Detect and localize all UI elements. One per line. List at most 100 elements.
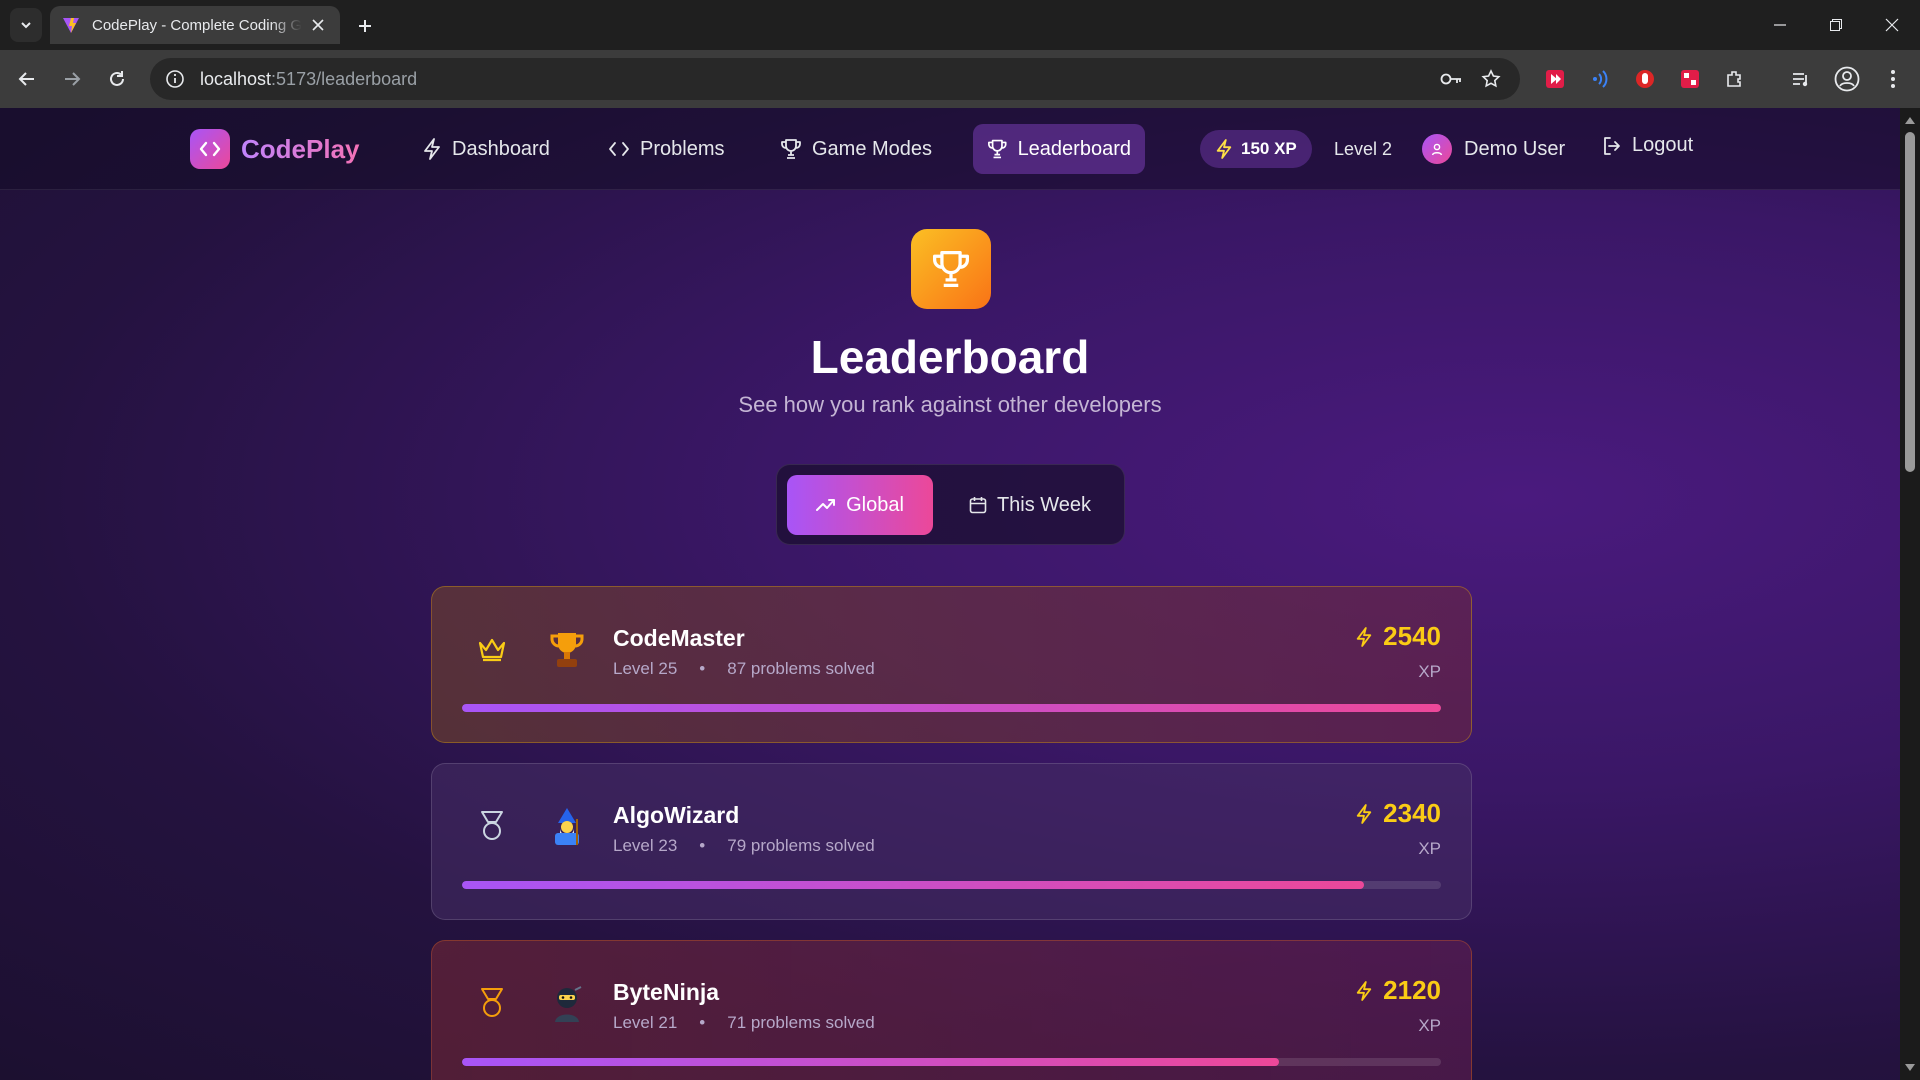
player-xp: 2120: [1355, 975, 1441, 1006]
logo-code-icon: [190, 129, 230, 169]
arrow-right-icon: [65, 72, 81, 86]
bolt-icon: [1356, 626, 1372, 647]
leaderboard-row-1[interactable]: CodeMaster Level 25 • 87 problems solved 2…: [431, 586, 1472, 743]
trophy-avatar-icon: [546, 629, 588, 671]
bolt-icon: [1356, 803, 1372, 824]
leaderboard-row-2[interactable]: AlgoWizard Level 23 • 79 problems solved 2…: [431, 763, 1472, 920]
menu-kebab-icon[interactable]: [1878, 64, 1908, 94]
wizard-avatar-icon: [546, 806, 588, 848]
media-controls-icon[interactable]: [1786, 64, 1816, 94]
player-xp: 2340: [1355, 798, 1441, 829]
app-navbar: CodePlay Dashboard Problems Game Modes L…: [0, 108, 1900, 190]
site-info-icon[interactable]: [164, 68, 186, 90]
browser-toolbar: localhost:5173/leaderboard: [0, 50, 1920, 108]
nav-dashboard[interactable]: Dashboard: [408, 124, 564, 174]
player-name: CodeMaster: [613, 625, 745, 651]
player-name: AlgoWizard: [613, 802, 740, 828]
nav-dashboard-label: Dashboard: [452, 137, 550, 160]
user-name: Demo User: [1464, 137, 1566, 160]
ninja-avatar-icon: [546, 983, 588, 1025]
user-avatar-icon: [1422, 134, 1452, 164]
forward-button[interactable]: [57, 64, 87, 94]
crown-icon: [474, 631, 510, 667]
nav-game-modes[interactable]: Game Modes: [766, 124, 946, 174]
browser-tabbar: CodePlay - Complete Coding G: [0, 0, 1920, 50]
xp-progress-bar: [462, 1058, 1441, 1066]
plus-icon: [359, 20, 371, 32]
player-level: Level 25: [613, 659, 678, 678]
player-xp-value: 2540: [1383, 621, 1441, 651]
global-tab[interactable]: Global: [787, 475, 933, 535]
close-window-button[interactable]: [1864, 0, 1920, 50]
bolt-icon: [1216, 139, 1232, 159]
tab-close-icon[interactable]: [308, 15, 328, 35]
scrollbar-thumb[interactable]: [1905, 132, 1915, 472]
nav-problems-label: Problems: [640, 137, 725, 160]
tab-search-button[interactable]: [10, 8, 42, 42]
extension-hand-icon[interactable]: [1630, 64, 1660, 94]
restore-button[interactable]: [1808, 0, 1864, 50]
arrow-left-icon: [18, 72, 34, 86]
player-xp-unit: XP: [1418, 662, 1441, 681]
back-button[interactable]: [12, 64, 42, 94]
player-xp-unit: XP: [1418, 1016, 1441, 1035]
new-tab-button[interactable]: [352, 13, 378, 39]
nav-leaderboard-label: Leaderboard: [1017, 137, 1131, 160]
minimize-button[interactable]: [1752, 0, 1808, 50]
logo[interactable]: CodePlay: [190, 129, 360, 169]
nav-leaderboard[interactable]: Leaderboard: [973, 124, 1145, 174]
leaderboard-period-toggle: Global This Week: [776, 464, 1125, 545]
bookmark-star-icon[interactable]: [1480, 68, 1502, 90]
chevron-down-icon: [21, 22, 31, 29]
logo-text: CodePlay: [241, 133, 360, 164]
this-week-tab[interactable]: This Week: [943, 475, 1117, 535]
calendar-icon: [969, 497, 987, 514]
page-viewport: CodePlay Dashboard Problems Game Modes L…: [0, 108, 1900, 1080]
trophy-icon: [781, 139, 801, 159]
leaderboard-trophy-icon: [911, 229, 991, 309]
logout-button[interactable]: Logout: [1602, 134, 1693, 157]
player-xp-unit: XP: [1418, 839, 1441, 858]
profile-icon[interactable]: [1832, 64, 1862, 94]
url-path: :5173/leaderboard: [271, 68, 418, 89]
extensions-puzzle-icon[interactable]: [1720, 64, 1750, 94]
player-level: Level 23: [613, 836, 678, 855]
url-host: localhost: [200, 68, 272, 89]
reload-icon: [110, 71, 124, 86]
xp-badge: 150 XP: [1200, 130, 1312, 168]
url-text: localhost:5173/leaderboard: [200, 69, 417, 90]
leaderboard-row-3[interactable]: ByteNinja Level 21 • 71 problems solved 21…: [431, 940, 1472, 1080]
player-xp-value: 2120: [1383, 975, 1441, 1005]
reload-button[interactable]: [102, 64, 132, 94]
password-key-icon[interactable]: [1440, 68, 1462, 90]
bolt-icon: [1356, 980, 1372, 1001]
nav-problems[interactable]: Problems: [594, 124, 738, 174]
xp-progress-bar: [462, 881, 1441, 889]
user-menu[interactable]: Demo User: [1422, 134, 1565, 164]
extension-red-icon[interactable]: [1540, 64, 1570, 94]
this-week-tab-label: This Week: [996, 493, 1092, 516]
player-xp: 2540: [1355, 621, 1441, 652]
player-meta: Level 21 • 71 problems solved: [613, 1013, 875, 1032]
user-level: Level 2: [1334, 139, 1393, 159]
trending-up-icon: [816, 499, 836, 511]
browser-tab[interactable]: CodePlay - Complete Coding G: [50, 6, 340, 44]
scroll-up-icon[interactable]: [1904, 114, 1916, 126]
player-name: ByteNinja: [613, 979, 720, 1005]
page-scrollbar[interactable]: [1900, 108, 1920, 1080]
extension-grid-icon[interactable]: [1675, 64, 1705, 94]
close-icon: [1885, 18, 1899, 32]
medal-silver-icon: [474, 808, 510, 844]
player-meta: Level 25 • 87 problems solved: [613, 659, 875, 678]
player-level: Level 21: [613, 1013, 678, 1032]
global-tab-label: Global: [846, 493, 904, 516]
code-icon: [609, 142, 629, 156]
restore-icon: [1830, 19, 1842, 31]
address-bar[interactable]: localhost:5173/leaderboard: [150, 58, 1520, 100]
scroll-down-icon[interactable]: [1904, 1062, 1916, 1074]
logout-icon: [1604, 136, 1620, 155]
trophy-icon: [988, 139, 1007, 159]
tab-title: CodePlay - Complete Coding G: [92, 16, 302, 34]
extension-audio-icon[interactable]: [1585, 64, 1615, 94]
medal-bronze-icon: [474, 985, 510, 1021]
